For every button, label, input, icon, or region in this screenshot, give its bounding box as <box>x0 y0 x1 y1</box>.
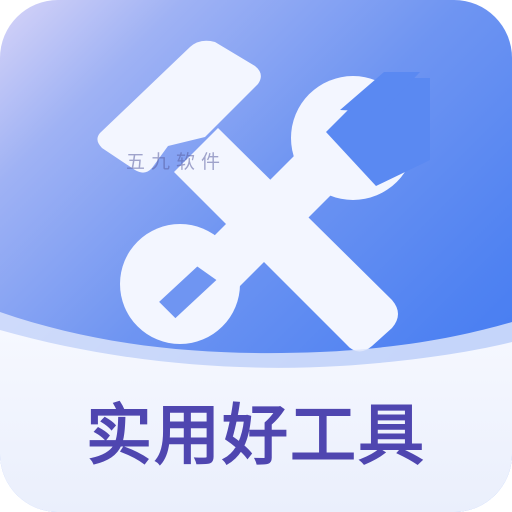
app-icon[interactable]: 五九软件 实用好工具 <box>0 0 512 512</box>
app-title: 实用好工具 <box>86 397 426 474</box>
watermark-text: 五九软件 <box>126 151 227 173</box>
